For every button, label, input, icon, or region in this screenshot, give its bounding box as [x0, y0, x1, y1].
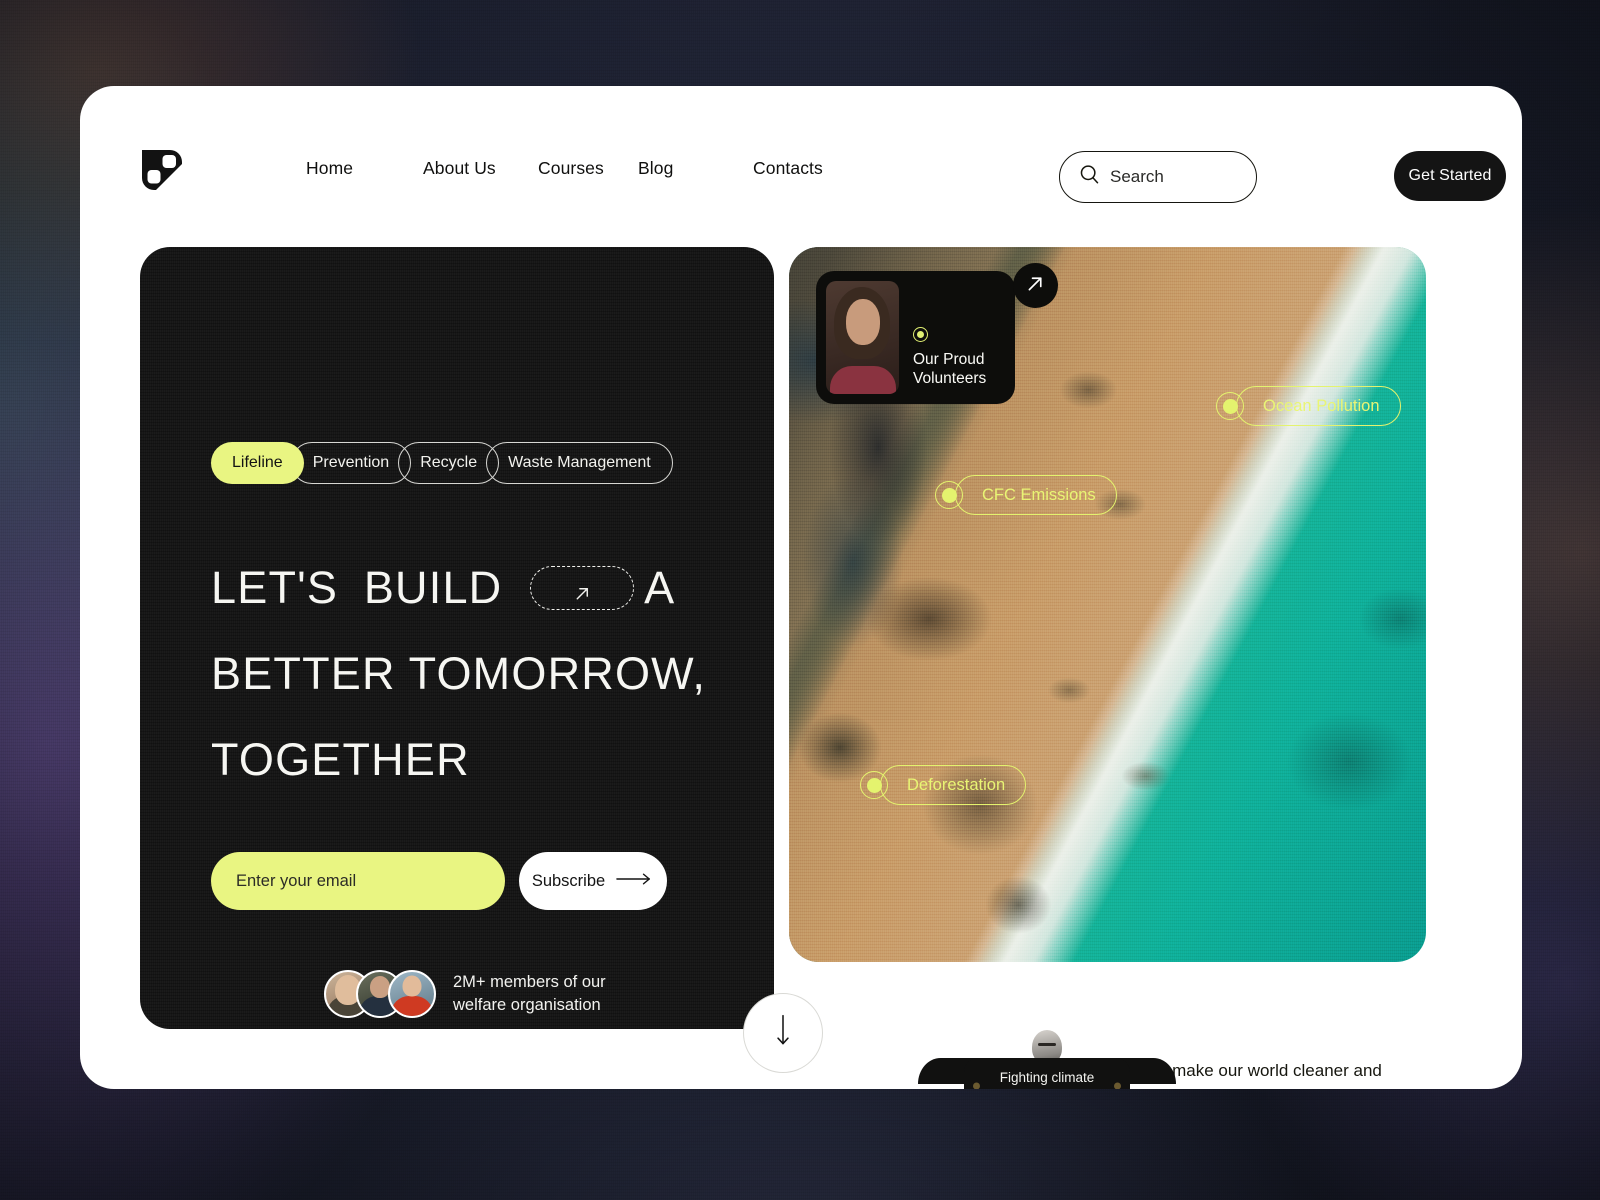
page-card: Home About Us Courses Blog Contacts Sear… [80, 86, 1522, 1089]
search-input-value: Search [1110, 167, 1164, 186]
nav-item-about-us[interactable]: About Us [423, 154, 496, 182]
hotspot-ocean-pollution[interactable]: Ocean Pollution [1216, 386, 1401, 426]
page-backdrop: Home About Us Courses Blog Contacts Sear… [0, 0, 1600, 1200]
showcase-image-panel: Our Proud Volunteers Ocean Pollution CFC… [789, 247, 1426, 962]
members-count-text: 2M+ members of our welfare organisation [453, 971, 633, 1017]
hotspot-label: CFC Emissions [955, 475, 1117, 515]
search-input[interactable]: Search [1059, 151, 1257, 203]
hotspot-label: Ocean Pollution [1236, 386, 1401, 426]
tag-recycle[interactable]: Recycle [398, 442, 500, 484]
subscribe-form: Subscribe [211, 852, 667, 910]
volunteers-title-line-2: Volunteers [913, 370, 987, 387]
hero-tag-list: Lifeline Prevention Recycle Waste Manage… [211, 442, 673, 484]
climate-badge-line-2: change together [998, 1086, 1096, 1089]
subscribe-button[interactable]: Subscribe [519, 852, 667, 910]
tagline-line-1: Let's make our world cleaner and greener [1132, 1061, 1382, 1089]
volunteers-title-line-1: Our Proud [913, 351, 985, 368]
email-field[interactable] [211, 852, 505, 910]
nav-item-courses[interactable]: Courses [538, 154, 604, 182]
volunteers-card-meta: Our Proud Volunteers [899, 271, 996, 404]
tagline: Let's make our world cleaner and greener… [1132, 1058, 1432, 1089]
nav-item-contacts[interactable]: Contacts [753, 154, 823, 182]
conto-logo-icon[interactable] [140, 148, 184, 192]
ring-dot-icon [913, 327, 928, 342]
members-text-line-1: 2M+ members of our [453, 973, 606, 991]
site-header: Home About Us Courses Blog Contacts Sear… [80, 86, 1522, 238]
climate-badge-plate: Fighting climate change together [964, 1058, 1130, 1089]
get-started-button[interactable]: Get Started [1394, 151, 1506, 201]
volunteers-card-title: Our Proud Volunteers [913, 350, 986, 388]
tag-waste-management[interactable]: Waste Management [486, 442, 673, 484]
search-icon [1079, 164, 1100, 190]
hotspot-cfc-emissions[interactable]: CFC Emissions [935, 475, 1117, 515]
arrow-down-icon [774, 1013, 792, 1054]
members-summary: 2M+ members of our welfare organisation [324, 970, 633, 1018]
hotspot-label: Deforestation [880, 765, 1027, 805]
headline-line-2: BETTER TOMORROW, [211, 648, 707, 699]
hero-headline: LET'S BUILD A BETTER TOMORROW, TOGETHER [211, 545, 731, 803]
members-text-line-2: welfare organisation [453, 996, 601, 1014]
headline-word-build: BUILD [363, 562, 503, 613]
climate-badge[interactable]: Fighting climate change together [918, 1030, 1176, 1089]
nav-item-blog[interactable]: Blog [638, 154, 673, 182]
arrow-up-right-icon [573, 545, 592, 631]
tag-prevention[interactable]: Prevention [290, 442, 412, 484]
headline-line-3: TOGETHER [211, 734, 470, 785]
climate-badge-text: Fighting climate change together [998, 1069, 1096, 1089]
hero-panel: Lifeline Prevention Recycle Waste Manage… [140, 247, 774, 1029]
headline-word-a: A [644, 562, 676, 613]
subscribe-button-label: Subscribe [531, 871, 606, 890]
headline-word-lets: LET'S [211, 562, 339, 613]
volunteers-card[interactable]: Our Proud Volunteers [816, 263, 1058, 404]
volunteer-portrait [826, 281, 899, 394]
headline-arrow-button[interactable] [530, 566, 635, 611]
climate-badge-line-1: Fighting climate [999, 1070, 1095, 1085]
hotspot-deforestation[interactable]: Deforestation [860, 765, 1027, 805]
nav-item-home[interactable]: Home [306, 154, 353, 182]
screw-icon [973, 1082, 980, 1089]
volunteers-open-button[interactable] [1013, 263, 1058, 308]
main-navigation: Home About Us Courses Blog Contacts [306, 158, 823, 179]
member-avatar-stack [324, 970, 436, 1018]
scroll-down-button[interactable] [743, 993, 823, 1073]
arrow-up-right-icon [1025, 273, 1046, 299]
screw-icon [1114, 1082, 1121, 1089]
tag-lifeline[interactable]: Lifeline [211, 442, 304, 484]
avatar [388, 970, 436, 1018]
arrow-right-icon [616, 872, 654, 891]
